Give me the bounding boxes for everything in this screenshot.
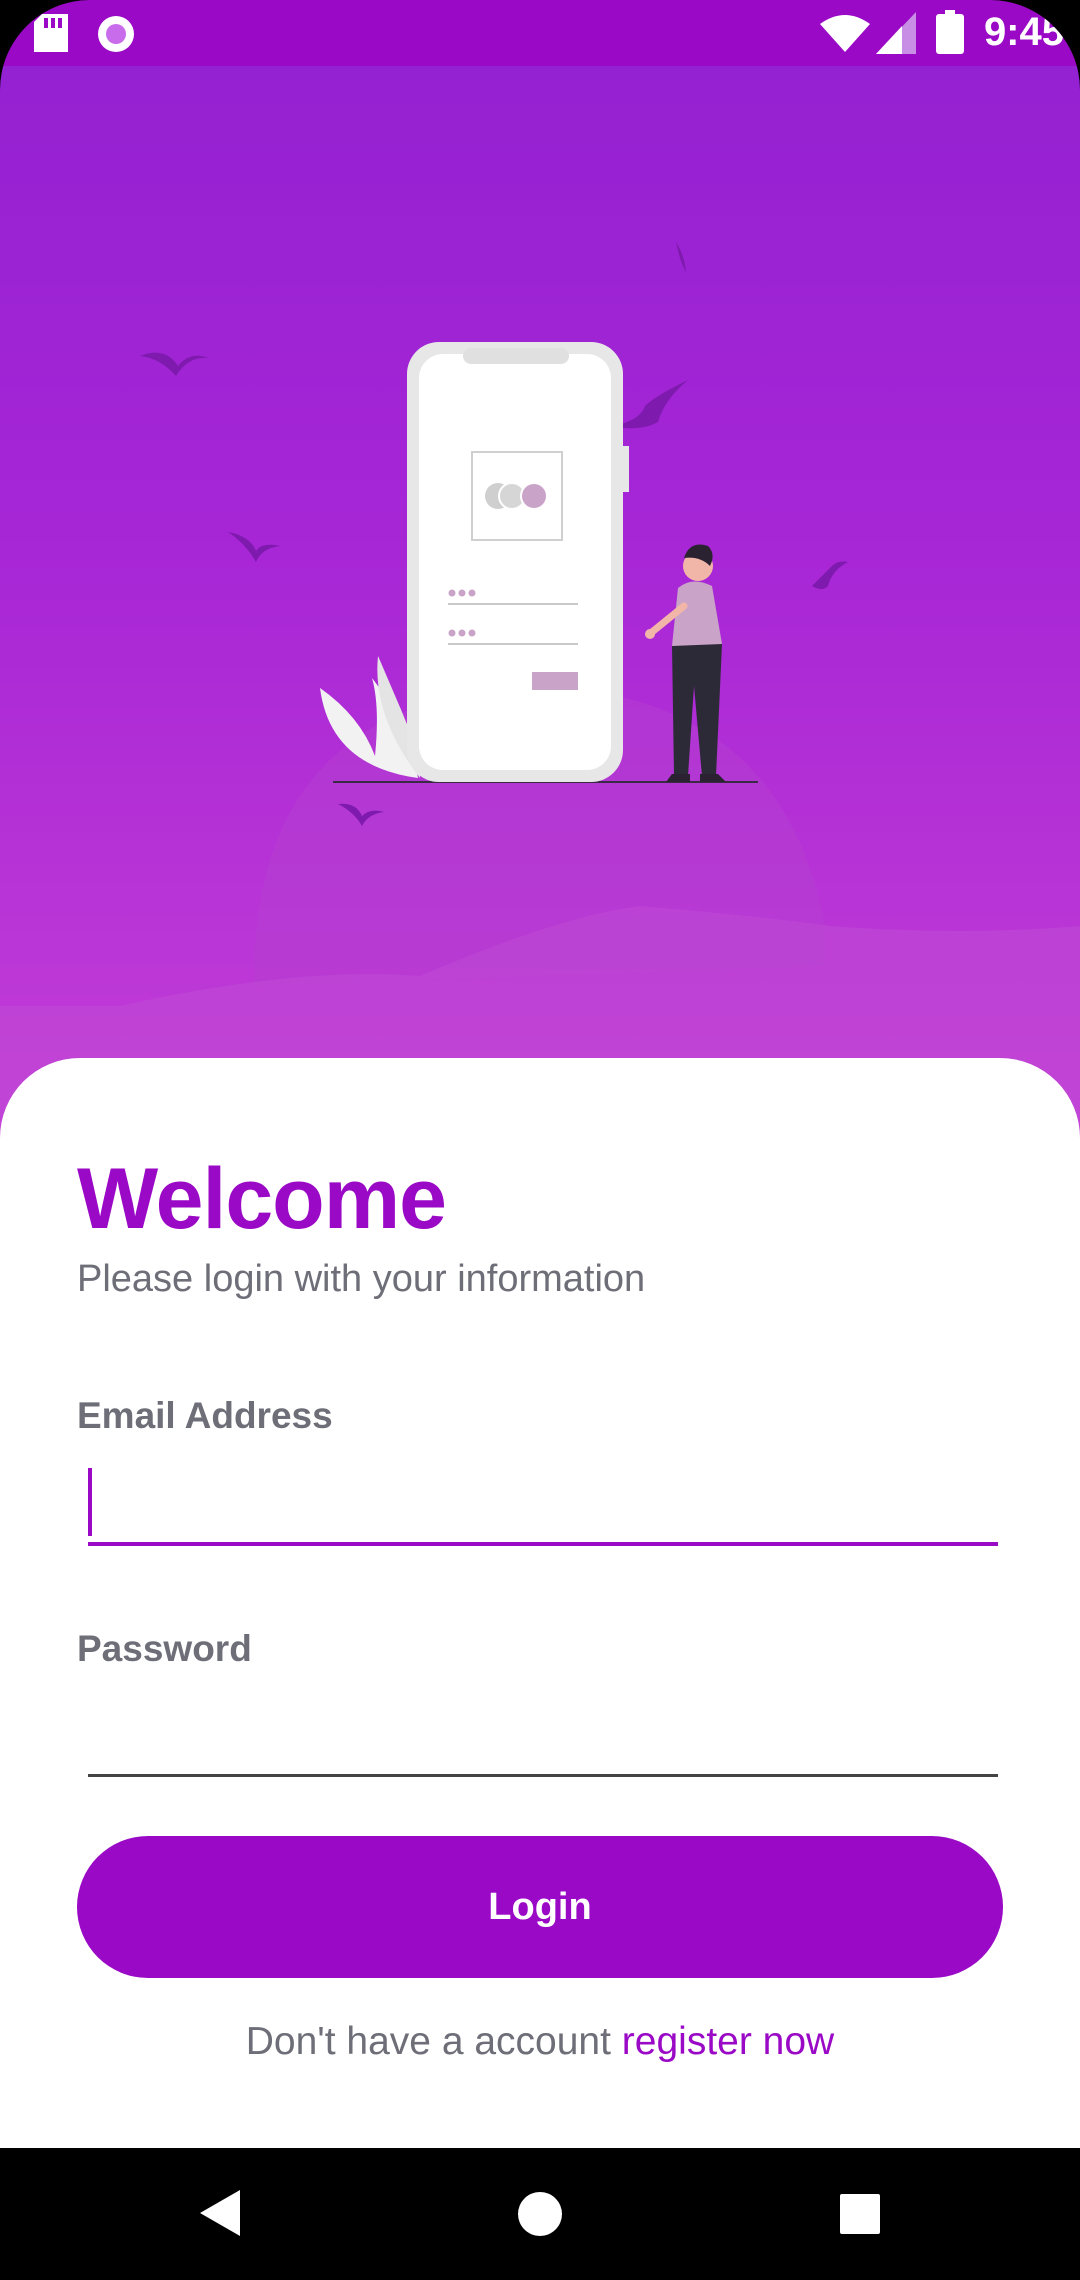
clock: 9:45: [983, 10, 1064, 54]
wifi-icon: [820, 14, 870, 59]
register-link[interactable]: register now: [622, 2020, 834, 2063]
register-prompt: Don't have a account: [245, 2020, 611, 2063]
page-title: Welcome: [77, 1151, 447, 1247]
home-icon[interactable]: [516, 2190, 564, 2243]
login-button[interactable]: Login: [77, 1836, 1003, 1978]
recents-icon[interactable]: [838, 2192, 882, 2241]
password-field[interactable]: [88, 1694, 998, 1777]
page-subtitle: Please login with your information: [77, 1258, 646, 1300]
password-label: Password: [77, 1628, 252, 1669]
text-cursor: [88, 1468, 92, 1536]
back-icon[interactable]: [196, 2188, 242, 2243]
register-row: Don't have a account register now: [0, 2020, 1080, 2064]
phone-screen: 9:45 Welcome Please login with your info…: [0, 0, 1080, 2280]
battery-icon: [936, 10, 964, 59]
sd-card-icon: [34, 14, 68, 57]
hero-illustration: [0, 66, 1080, 1146]
status-bar: 9:45: [0, 0, 1080, 66]
email-label: Email Address: [77, 1395, 333, 1436]
record-icon: [96, 14, 136, 59]
signal-icon: [876, 12, 916, 59]
navigation-bar: [0, 2148, 1080, 2280]
login-illustration: [0, 242, 1080, 1146]
email-field[interactable]: [88, 1462, 998, 1546]
